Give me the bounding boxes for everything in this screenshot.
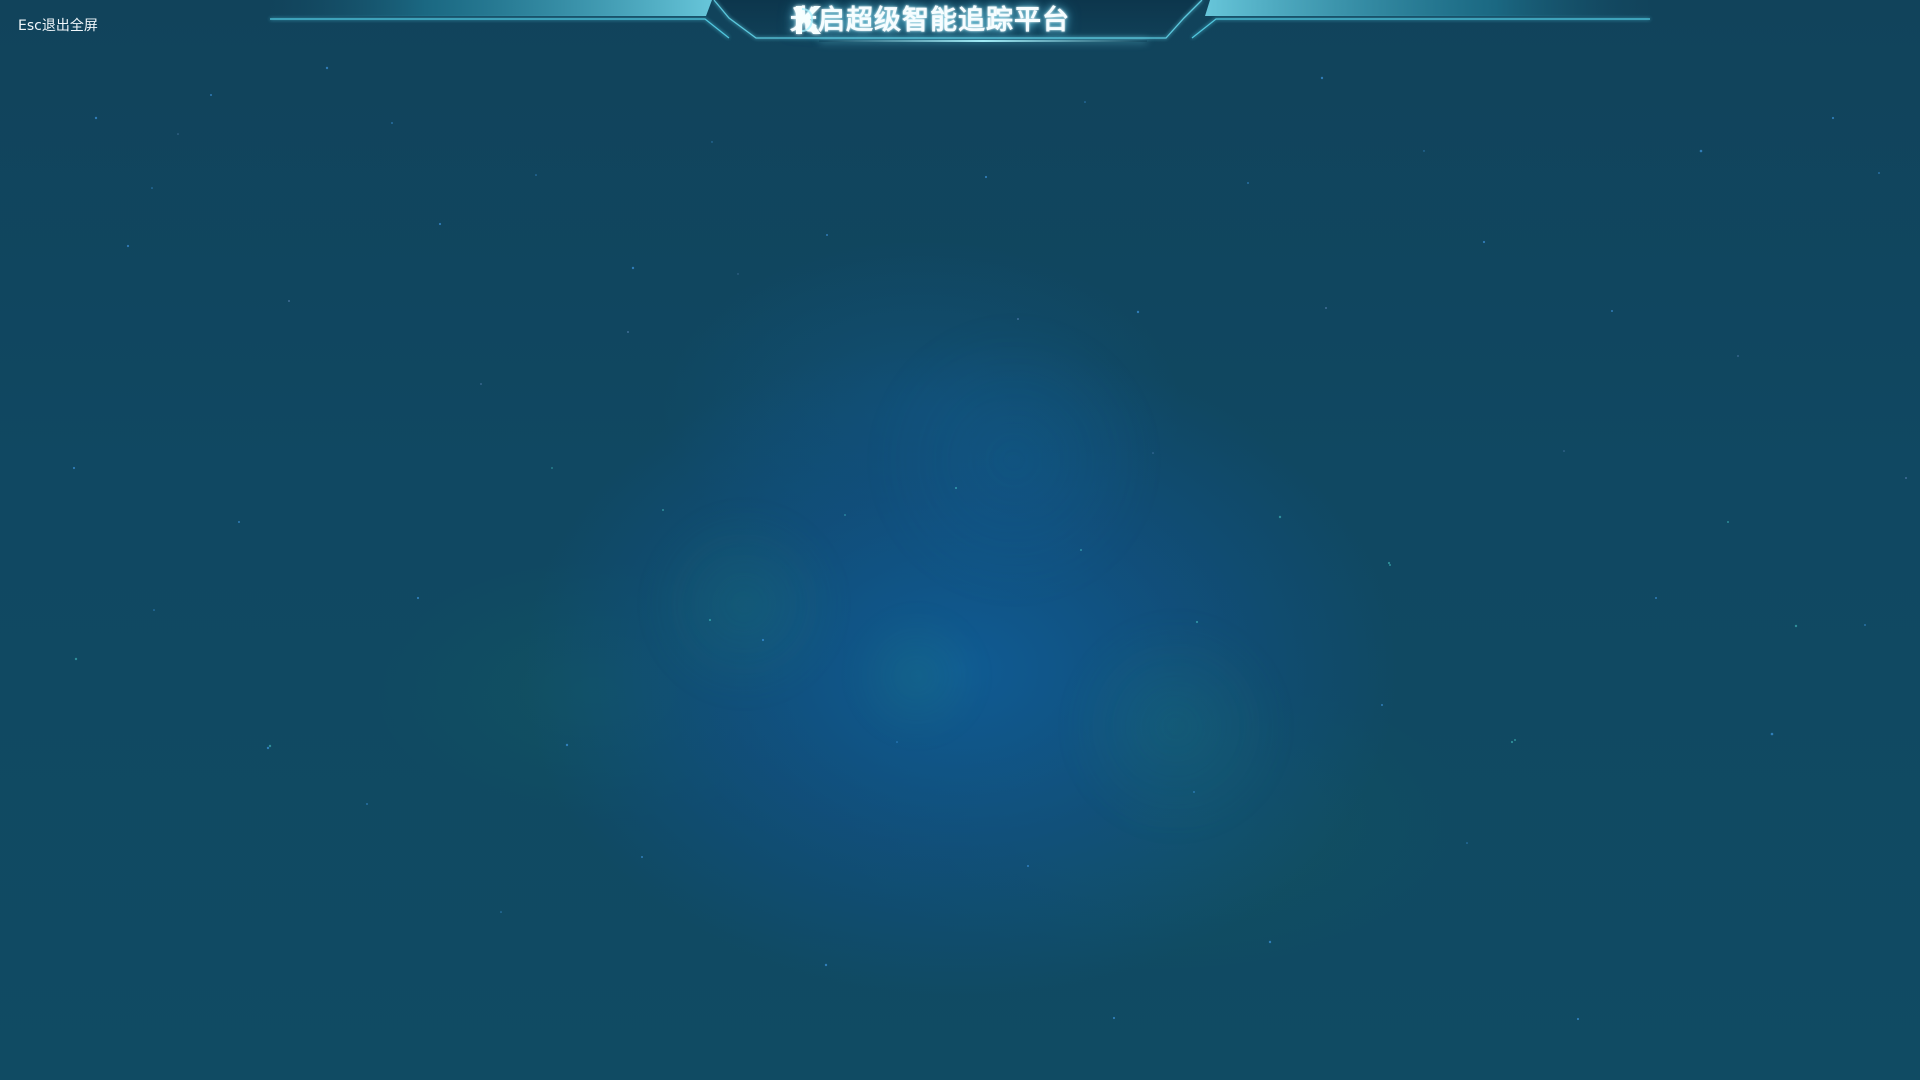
page-title: 光启超级智能追踪平台: [790, 5, 1070, 36]
tracking-platform-screen: Esc退出全屏 光启超级智能追踪平台: [0, 0, 1920, 1080]
title-underline: [819, 40, 1147, 42]
brand-k-logo-icon: [796, 6, 821, 34]
platform-brand: 光启超级智能追踪平台: [790, 1, 1150, 41]
top-header: 光启超级智能追踪平台: [0, 0, 1920, 46]
nebula-glow: [420, 280, 1500, 1000]
